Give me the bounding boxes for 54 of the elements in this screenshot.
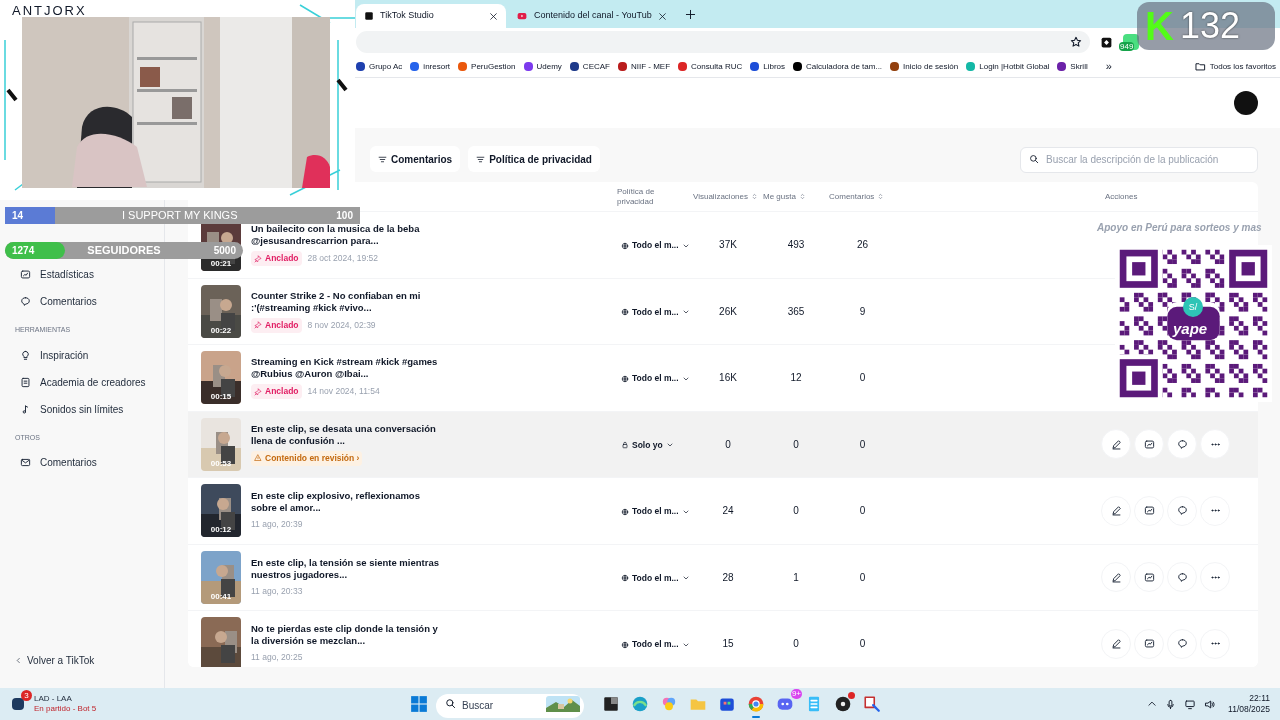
table-cell-text: 0 [793,504,799,519]
table-cell-text: 0 [859,637,866,652]
post-date: 14 nov 2024, 11:54 [307,385,380,399]
notification-badge: 3 [21,690,32,701]
table-cell-text: 0 [859,371,866,386]
widget-title: LAD - LAA [34,694,73,704]
qr-brand: yape [1173,321,1208,337]
kick-logo: K [1145,4,1174,48]
video-duration: 00:53 [209,457,233,470]
extension-badge: 949 [1119,42,1135,51]
video-duration: 00:22 [209,324,233,337]
table-cell-text: 16K [719,371,737,386]
table-cell-text: 365 [787,304,805,319]
column-header: Política de privacidad [617,186,656,207]
video-duration: 00:21 [209,258,233,271]
table-cell-text: 9 [859,304,866,319]
post-date: 28 oct 2024, 19:52 [307,252,378,266]
channel-name: ANTJORX [12,2,87,20]
tab-title: Contenido del canal - YouTub [534,9,652,23]
goal-count: 1274 [12,244,35,258]
goal-target: 5000 [213,244,236,258]
table-cell-text: 0 [859,504,866,519]
table-cell-text: 0 [793,437,799,452]
video-duration: 00:41 [209,590,233,603]
video-duration: 00:15 [209,391,233,404]
goal-target: 100 [336,209,353,223]
table-cell-text: 493 [787,238,805,253]
table-cell-text: 1 [793,570,799,585]
goal-label: SEGUIDORES [87,243,161,259]
notification-badge: 9+ [790,689,802,699]
table-cell-text: 26 [856,238,869,253]
tab-title: TikTok Studio [380,9,435,23]
post-date: 8 nov 2024, 02:39 [307,318,376,332]
table-cell-text: 12 [790,371,802,386]
pinned-badge: Anclado [251,317,302,333]
post-date: 11 ago, 20:33 [251,584,303,598]
post-date: 11 ago, 20:25 [251,651,303,665]
post-date: 11 ago, 20:39 [251,518,303,532]
column-header: Acciones [1105,190,1138,203]
widget-subtitle: En partido - Bot 5 [34,704,97,714]
pinned-badge: Anclado [251,384,302,400]
table-cell-text: 37K [719,238,737,253]
table-cell-text: 0 [859,437,866,452]
table-cell-text: 0 [725,437,731,452]
pinned-badge: Anclado [251,251,302,267]
table-cell-text: 26K [719,304,737,319]
video-duration: 00:12 [209,524,233,537]
viewer-count: 132 [1179,4,1240,48]
table-cell-text: 0 [859,570,866,585]
goal-count: 14 [12,209,24,223]
table-cell-text: 15 [722,637,734,652]
table-cell-text: 0 [793,637,799,652]
table-cell-text: 28 [722,570,734,585]
table-cell-text: 24 [722,504,734,519]
